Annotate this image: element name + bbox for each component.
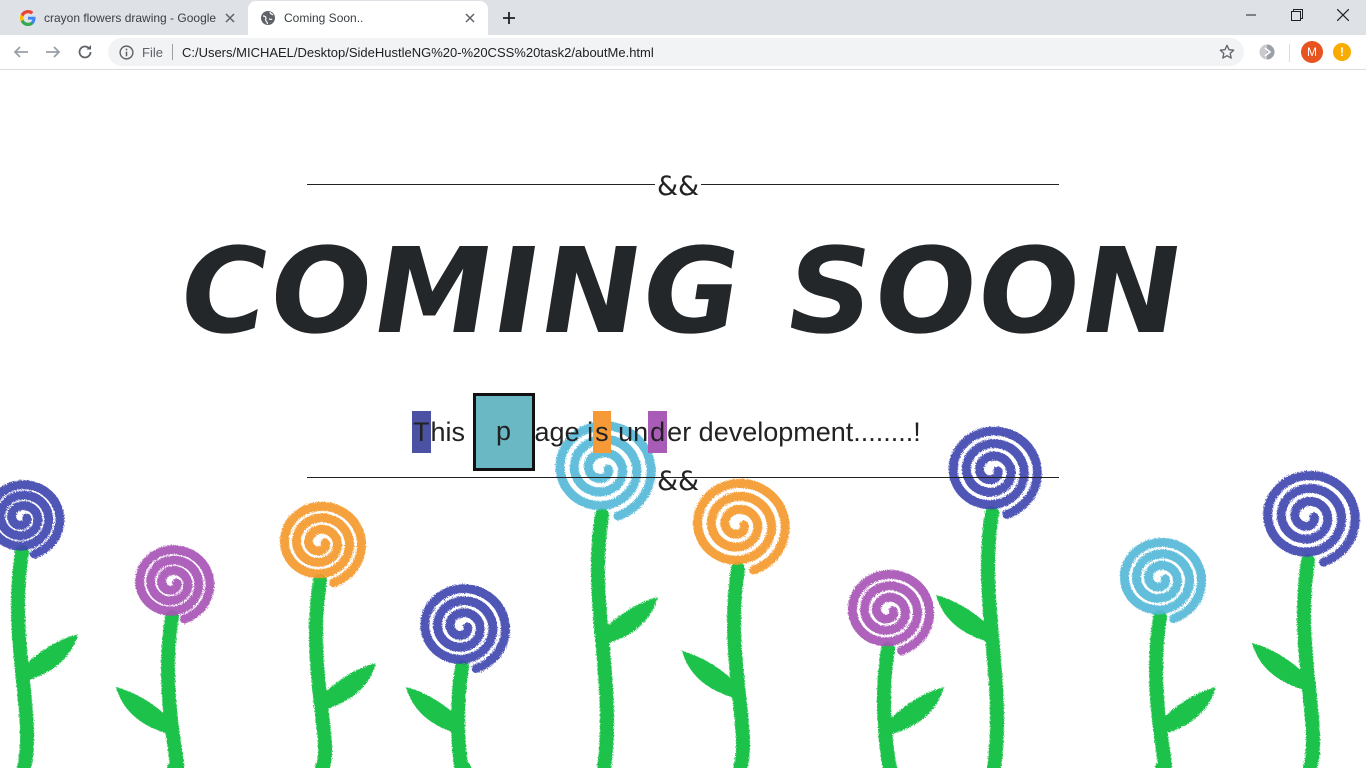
- tagline-highlight-purple: d: [648, 411, 668, 453]
- tagline-highlight-orange: s: [593, 411, 611, 453]
- extension-icon[interactable]: [1256, 41, 1278, 63]
- url-scheme-label: File: [142, 44, 163, 60]
- plus-icon: [503, 12, 515, 24]
- browser-toolbar: File C:/Users/MICHAEL/Desktop/SideHustle…: [0, 35, 1366, 70]
- tagline-highlight-box: p: [472, 393, 535, 471]
- google-icon: [20, 9, 36, 26]
- arrow-right-icon: [46, 46, 61, 58]
- tagline-text: age i: [534, 417, 594, 447]
- restore-icon: [1291, 9, 1303, 21]
- globe-icon: [260, 10, 276, 26]
- tab-title: Coming Soon..: [284, 11, 364, 25]
- ornament-top: &&: [655, 171, 702, 202]
- page-viewport: && COMING SOON This p age is un d er develo…: [0, 71, 1366, 768]
- arrow-left-icon: [13, 46, 28, 58]
- minimize-icon: [1246, 14, 1256, 16]
- address-bar[interactable]: File C:/Users/MICHAEL/Desktop/SideHustle…: [108, 38, 1244, 66]
- forward-button[interactable]: [41, 40, 65, 64]
- tagline-highlight-blue: T: [412, 411, 431, 453]
- profile-avatar[interactable]: M: [1301, 41, 1323, 63]
- page-title: COMING SOON: [179, 222, 1187, 360]
- restore-button[interactable]: [1274, 0, 1320, 30]
- tab-strip: crayon flowers drawing - Google Coming S…: [0, 0, 1366, 35]
- url-text[interactable]: C:/Users/MICHAEL/Desktop/SideHustleNG%20…: [182, 45, 1218, 60]
- close-icon[interactable]: [222, 10, 238, 26]
- tagline-text: er development........!: [667, 417, 921, 447]
- close-icon[interactable]: [462, 10, 478, 26]
- update-alert-icon[interactable]: !: [1333, 43, 1351, 61]
- reload-icon: [78, 45, 92, 59]
- new-tab-button[interactable]: [498, 7, 520, 29]
- tagline-text: his: [430, 417, 473, 447]
- divider: [1289, 44, 1290, 62]
- minimize-button[interactable]: [1228, 0, 1274, 30]
- tagline-text: un: [610, 417, 649, 447]
- bookmark-star-icon[interactable]: [1218, 43, 1236, 61]
- tab-title: crayon flowers drawing - Google: [44, 10, 217, 25]
- window-close-button[interactable]: [1320, 0, 1366, 30]
- tab-coming-soon[interactable]: Coming Soon..: [248, 1, 488, 35]
- tab-google-search[interactable]: crayon flowers drawing - Google: [8, 0, 248, 35]
- coming-soon-section: && COMING SOON This p age is un d er develo…: [0, 71, 1366, 768]
- reload-button[interactable]: [73, 40, 97, 64]
- close-icon: [1337, 9, 1349, 21]
- back-button[interactable]: [9, 40, 33, 64]
- info-icon[interactable]: [118, 44, 134, 60]
- ornament-bottom: &&: [657, 466, 700, 497]
- divider: [171, 44, 173, 60]
- tagline: This p age is un d er development........!: [412, 393, 921, 471]
